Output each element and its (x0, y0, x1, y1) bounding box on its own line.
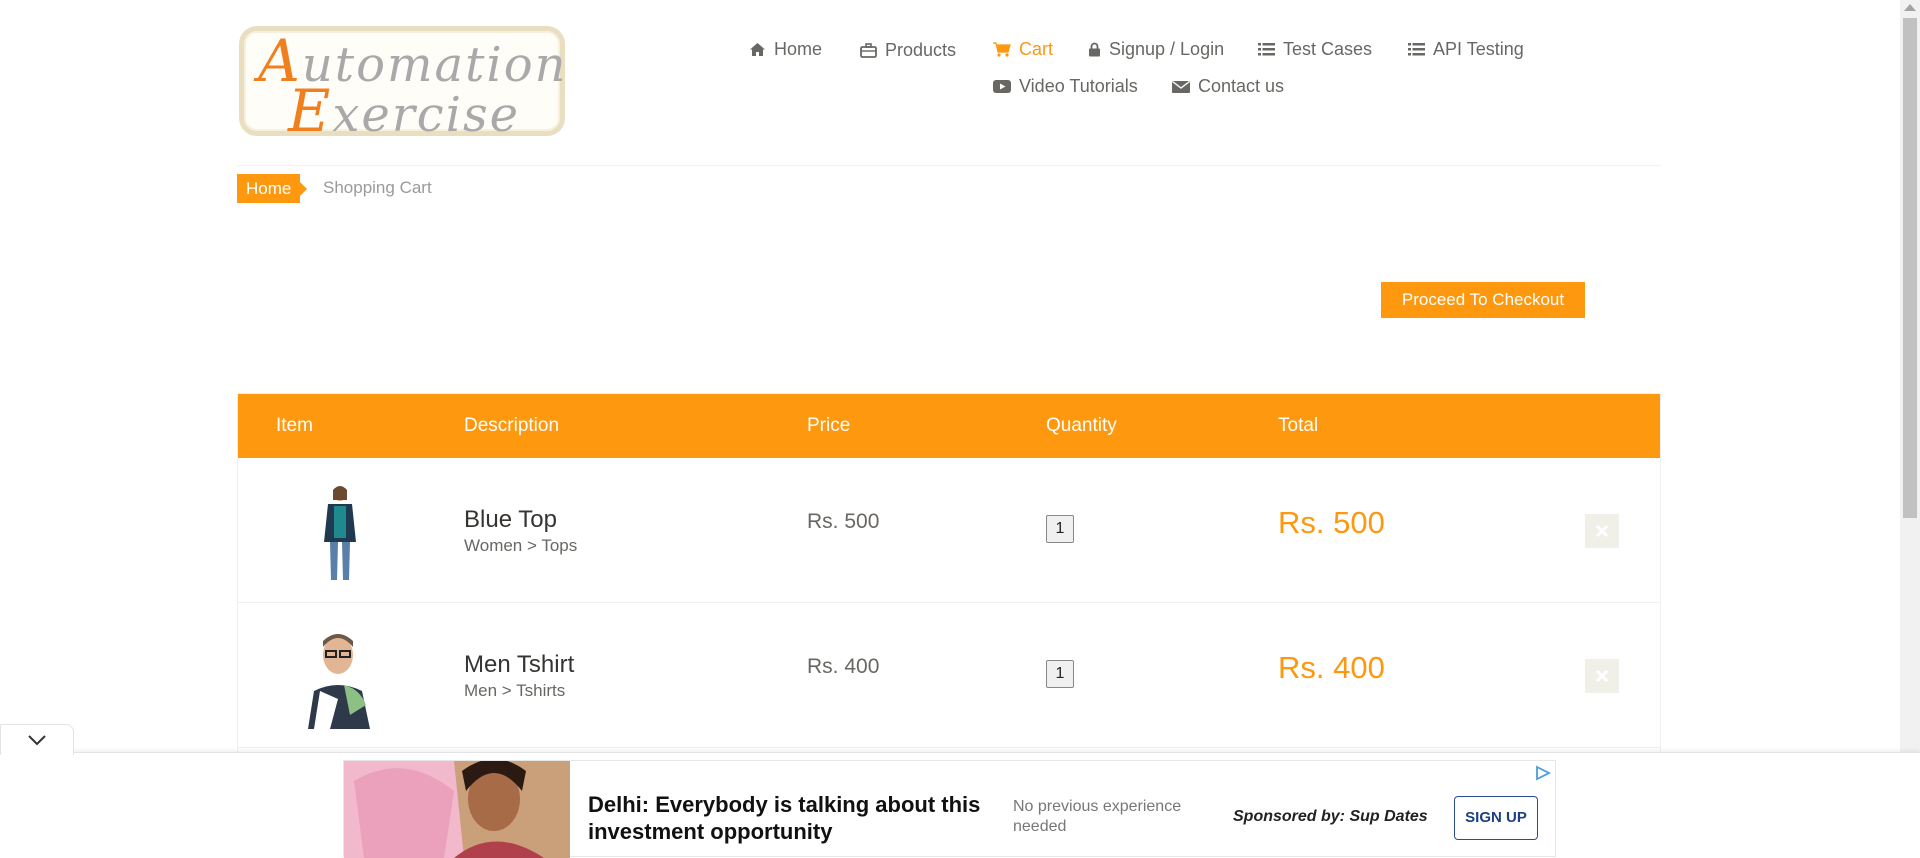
breadcrumb-current: Shopping Cart (323, 178, 432, 197)
proceed-to-checkout-button[interactable]: Proceed To Checkout (1381, 282, 1585, 318)
product-image-men-tshirt[interactable] (300, 625, 380, 729)
nav-video-tutorials-label: Video Tutorials (1019, 76, 1138, 96)
header-price: Price (807, 415, 851, 436)
ad-headline[interactable]: Delhi: Everybody is talking about this i… (588, 791, 1008, 845)
product-price: Rs. 500 (807, 510, 880, 533)
close-icon (1595, 524, 1609, 538)
quantity-button[interactable]: 1 (1046, 660, 1074, 688)
nav-home-label: Home (774, 39, 823, 59)
lock-icon (1089, 42, 1100, 57)
breadcrumb-home[interactable]: Home (237, 174, 308, 203)
nav-cart-label: Cart (1019, 39, 1054, 59)
home-icon (750, 43, 765, 56)
product-image-blue-top[interactable] (300, 480, 380, 584)
adchoices-icon[interactable] (1534, 765, 1552, 786)
product-name[interactable]: Men Tshirt (464, 651, 574, 679)
quantity-button[interactable]: 1 (1046, 515, 1074, 543)
envelope-icon (1172, 80, 1190, 93)
close-icon (1595, 669, 1609, 683)
cart-icon (993, 42, 1011, 57)
ad-signup-button[interactable]: SIGN UP (1454, 796, 1538, 840)
logo-line-2: Exercise (288, 77, 521, 145)
product-category: Men > Tshirts (464, 681, 566, 700)
nav-signup-login[interactable]: Signup / Login (1088, 39, 1224, 60)
nav-api-testing-label: API Testing (1433, 39, 1524, 59)
header-total: Total (1278, 415, 1319, 436)
header-description: Description (464, 415, 560, 436)
cart-table: Item Description Price Quantity Total Bl… (237, 393, 1661, 793)
product-price: Rs. 400 (807, 655, 880, 678)
delete-item-button[interactable] (1585, 514, 1619, 548)
product-total: Rs. 500 (1278, 505, 1385, 540)
delete-item-button[interactable] (1585, 659, 1619, 693)
header-item: Item (276, 415, 313, 436)
table-row: Men Tshirt Men > Tshirts Rs. 400 1 Rs. 4… (238, 603, 1660, 748)
table-row: Blue Top Women > Tops Rs. 500 1 Rs. 500 (238, 458, 1660, 603)
list-icon (1408, 43, 1425, 56)
nav-test-cases[interactable]: Test Cases (1258, 39, 1372, 60)
nav-products[interactable]: Products (860, 40, 956, 61)
briefcase-icon (860, 43, 877, 58)
nav-signup-login-label: Signup / Login (1109, 39, 1225, 59)
ad-subtext: No previous experience needed (1013, 798, 1182, 835)
ad-unit[interactable]: Delhi: Everybody is talking about this i… (343, 760, 1556, 858)
product-name[interactable]: Blue Top (464, 506, 557, 534)
nav-cart[interactable]: Cart (993, 39, 1053, 60)
nav-video-tutorials[interactable]: Video Tutorials (993, 76, 1138, 97)
nav-contact-us[interactable]: Contact us (1172, 76, 1284, 97)
ad-collapse-button[interactable] (0, 724, 74, 755)
scroll-up-arrow-icon[interactable] (1904, 4, 1916, 11)
ad-sponsor: Sponsored by: Sup Dates (1233, 808, 1428, 825)
chevron-down-icon (28, 735, 46, 746)
youtube-icon (993, 80, 1011, 93)
header-divider (237, 165, 1661, 166)
ad-image[interactable] (344, 761, 570, 858)
list-icon (1258, 43, 1275, 56)
nav-api-testing[interactable]: API Testing (1408, 39, 1524, 60)
site-logo[interactable]: Automation Exercise (239, 26, 566, 145)
product-total: Rs. 400 (1278, 650, 1385, 685)
nav-home[interactable]: Home (749, 39, 822, 60)
scrollbar-thumb[interactable] (1903, 18, 1917, 518)
product-category: Women > Tops (464, 536, 578, 555)
nav-test-cases-label: Test Cases (1283, 39, 1373, 59)
nav-contact-us-label: Contact us (1198, 76, 1285, 96)
cart-table-header: Item Description Price Quantity Total (238, 394, 1660, 458)
nav-products-label: Products (885, 40, 957, 60)
header-quantity: Quantity (1046, 415, 1117, 436)
